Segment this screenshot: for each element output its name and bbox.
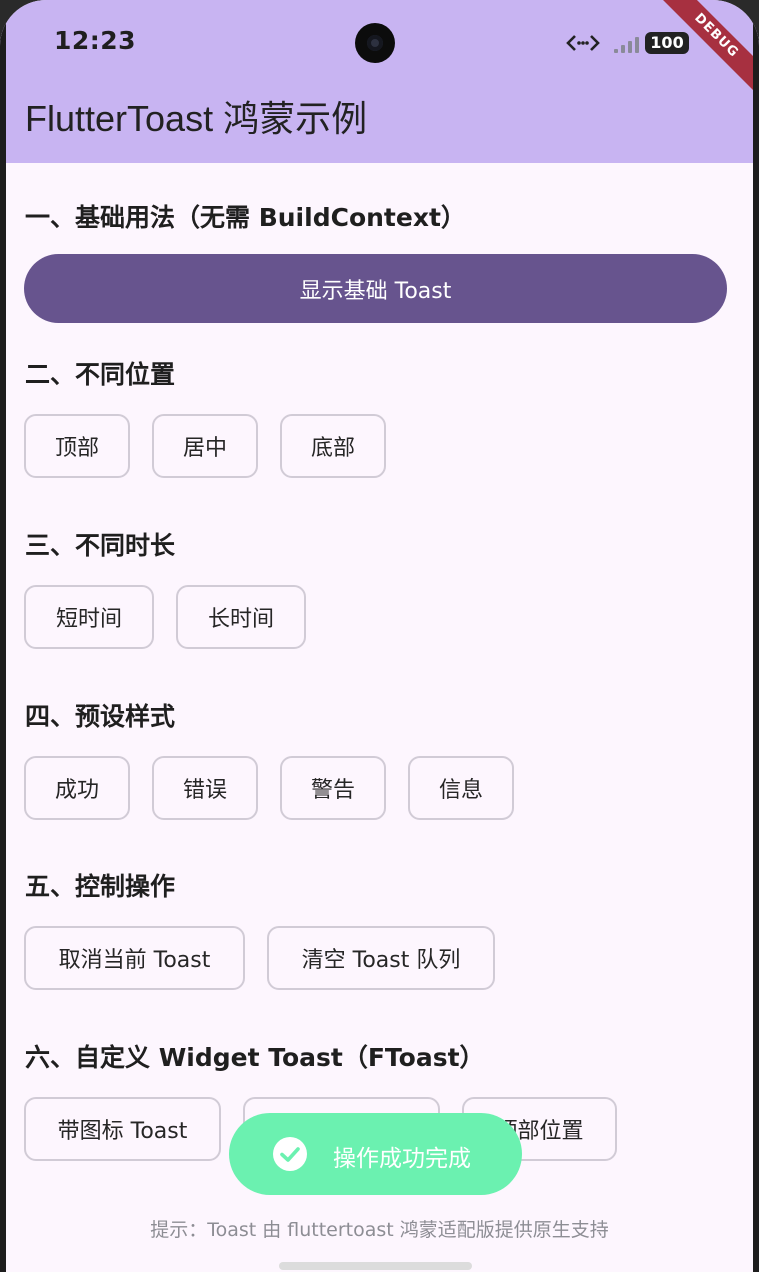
link-icon: [566, 35, 600, 51]
show-basic-toast-button[interactable]: 显示基础 Toast: [24, 254, 727, 323]
section-title-position: 二、不同位置: [25, 360, 176, 389]
status-time: 12:23: [54, 26, 137, 55]
preset-success-button[interactable]: 成功: [24, 756, 130, 820]
position-bottom-button[interactable]: 底部: [280, 414, 386, 478]
icon-toast-button[interactable]: 带图标 Toast: [24, 1097, 221, 1161]
cancel-current-toast-button[interactable]: 取消当前 Toast: [24, 926, 245, 990]
app-title: FlutterToast 鸿蒙示例: [25, 98, 368, 139]
preset-warning-button[interactable]: 警告: [280, 756, 386, 820]
app-bar: 12:23 100 DEBUG FlutterToast 鸿蒙示例: [0, 0, 759, 163]
toast-message: 操作成功完成: [333, 1146, 471, 1172]
duration-long-button[interactable]: 长时间: [176, 585, 306, 649]
section-title-custom: 六、自定义 Widget Toast（FToast）: [25, 1043, 485, 1072]
status-icons: 100: [566, 30, 689, 56]
duration-short-button[interactable]: 短时间: [24, 585, 154, 649]
signal-icon: [614, 33, 639, 53]
position-center-button[interactable]: 居中: [152, 414, 258, 478]
home-indicator[interactable]: [279, 1262, 472, 1270]
success-toast: 操作成功完成: [229, 1113, 522, 1195]
phone-screen: 12:23 100 DEBUG FlutterToast 鸿蒙示例 一、基础用法…: [0, 0, 759, 1272]
phone-bezel-right: [753, 0, 759, 1272]
hint-text: 提示：Toast 由 fluttertoast 鸿蒙适配版提供原生支持: [150, 1219, 609, 1241]
section-title-preset: 四、预设样式: [25, 702, 176, 731]
preset-error-button[interactable]: 错误: [152, 756, 258, 820]
check-circle-icon: [273, 1137, 307, 1171]
battery-indicator: 100: [645, 32, 689, 54]
preset-info-button[interactable]: 信息: [408, 756, 514, 820]
position-top-button[interactable]: 顶部: [24, 414, 130, 478]
section-title-basic: 一、基础用法（无需 BuildContext）: [25, 203, 466, 232]
front-camera: [355, 23, 395, 63]
section-title-duration: 三、不同时长: [25, 531, 176, 560]
section-title-control: 五、控制操作: [25, 872, 176, 901]
phone-bezel-left: [0, 0, 6, 1272]
clear-toast-queue-button[interactable]: 清空 Toast 队列: [267, 926, 495, 990]
